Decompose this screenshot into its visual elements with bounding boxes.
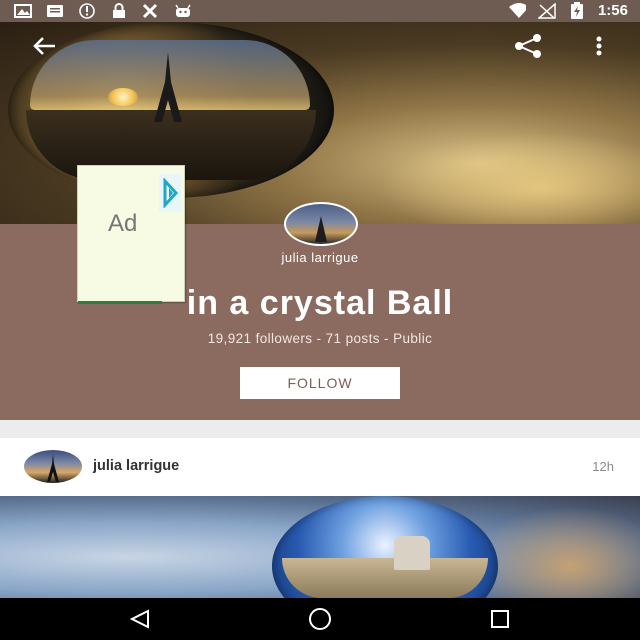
post-author-name[interactable]: julia larrigue: [93, 458, 179, 474]
eiffel-tower-icon: [315, 216, 327, 242]
nav-home-icon: [309, 608, 331, 630]
collection-avatar[interactable]: [284, 202, 358, 246]
nav-home-button[interactable]: [290, 598, 350, 640]
android-icon: [174, 3, 192, 18]
image-icon: [14, 3, 32, 18]
status-icons-right: 1:56: [508, 2, 628, 20]
post-author-avatar[interactable]: [24, 450, 82, 483]
ad-label: Ad: [108, 210, 138, 237]
status-bar: 1:56: [0, 0, 640, 22]
tools-icon: [142, 3, 160, 18]
eiffel-tower-icon: [154, 52, 182, 122]
back-button[interactable]: [28, 32, 60, 60]
nav-back-icon: [129, 609, 149, 629]
ball-ground: [282, 558, 488, 598]
cover-glow: [380, 132, 640, 224]
ad-progress-bar: [78, 301, 162, 304]
share-button[interactable]: [510, 31, 546, 61]
ball-sun: [108, 88, 138, 106]
nav-recents-button[interactable]: [470, 598, 530, 640]
more-vert-icon: [596, 36, 602, 56]
post-image[interactable]: [0, 496, 640, 598]
arrow-back-icon: [33, 37, 55, 55]
ad-choices-icon: [163, 178, 179, 208]
crystal-ball-image: [272, 496, 498, 598]
ad-choices-button[interactable]: [159, 174, 181, 212]
navigation-bar: [0, 598, 640, 640]
eiffel-tower-icon: [47, 454, 59, 482]
info-icon: [78, 2, 96, 19]
ad-banner[interactable]: Ad: [77, 165, 185, 304]
post-timestamp: 12h: [592, 459, 614, 474]
post-header[interactable]: julia larrigue 12h: [0, 438, 640, 496]
more-options-button[interactable]: [586, 32, 612, 60]
statue-image: [394, 536, 430, 570]
battery-charging-icon: [568, 2, 586, 19]
collection-stats: 19,921 followers - 71 posts - Public: [207, 331, 433, 346]
message-icon: [46, 3, 64, 18]
status-time: 1:56: [597, 2, 628, 19]
nav-back-button[interactable]: [110, 598, 170, 640]
follow-button[interactable]: FOLLOW: [240, 367, 400, 399]
wifi-icon: [508, 3, 526, 19]
nav-recents-icon: [491, 610, 509, 628]
share-icon: [515, 34, 541, 58]
status-icons-left: [14, 2, 192, 19]
lock-icon: [110, 2, 128, 18]
signal-off-icon: [537, 3, 556, 19]
